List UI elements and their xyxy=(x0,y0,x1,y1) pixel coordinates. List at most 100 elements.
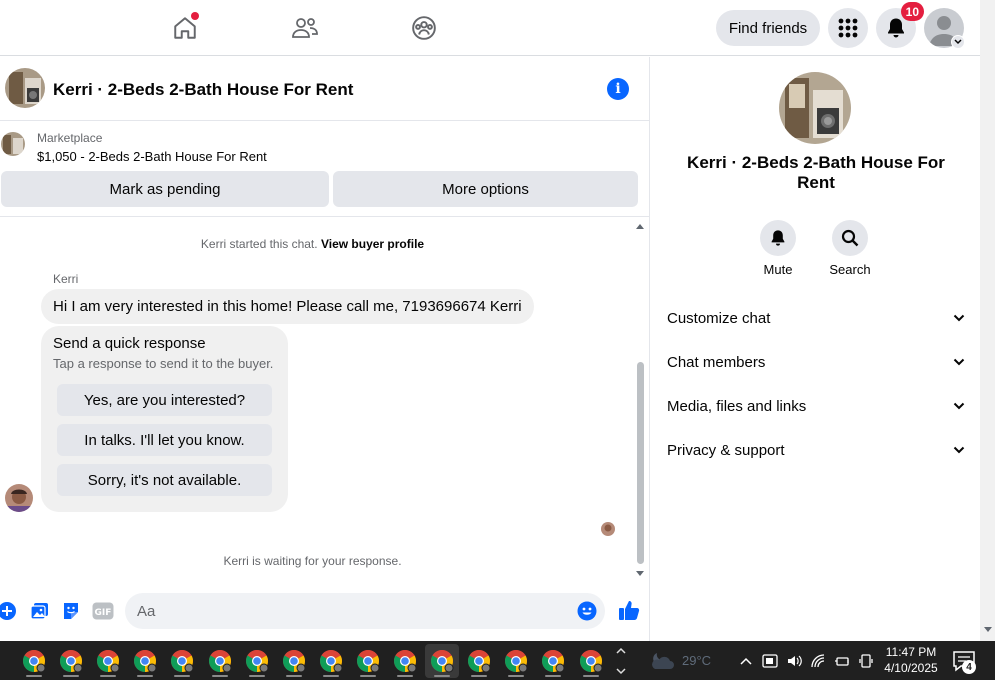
quick-response-in-talks-button[interactable]: In talks. I'll let you know. xyxy=(57,424,272,456)
message-input[interactable]: Aa xyxy=(125,593,605,629)
running-indicator xyxy=(100,675,117,677)
waiting-notice: Kerri is waiting for your response. xyxy=(223,554,402,568)
quick-response-title: Send a quick response xyxy=(53,335,206,352)
customize-chat-section[interactable]: Customize chat xyxy=(667,298,965,338)
find-friends-button[interactable]: Find friends xyxy=(716,10,820,46)
scroll-down-arrow-icon[interactable] xyxy=(636,571,644,576)
listing-thumbnail xyxy=(1,132,25,156)
home-icon[interactable] xyxy=(169,12,201,44)
clock-date: 4/10/2025 xyxy=(884,661,938,675)
chevron-down-icon xyxy=(953,358,965,366)
details-listing-avatar[interactable] xyxy=(779,72,851,144)
view-buyer-profile-link[interactable]: View buyer profile xyxy=(321,237,424,251)
notifications-button[interactable]: 10 xyxy=(876,2,924,48)
taskbar-chrome-window[interactable] xyxy=(54,644,88,678)
meet-now-icon[interactable] xyxy=(762,653,778,669)
groups-icon[interactable] xyxy=(408,12,440,44)
sticker-icon[interactable] xyxy=(60,600,82,622)
chat-scrollbar[interactable] xyxy=(633,219,648,579)
mute-label: Mute xyxy=(763,262,793,277)
running-indicator xyxy=(137,675,154,677)
wifi-icon[interactable] xyxy=(810,653,826,669)
running-indicator xyxy=(397,675,413,677)
chevron-up-icon[interactable] xyxy=(738,653,754,669)
menu-grid-button[interactable] xyxy=(828,8,868,48)
running-indicator xyxy=(63,675,80,677)
chat-header: Kerri · 2-Beds 2-Bath House For Rent i xyxy=(0,57,650,121)
marketplace-listing[interactable]: Marketplace $1,050 - 2-Beds 2-Bath House… xyxy=(0,122,650,172)
taskbar-chrome-window[interactable] xyxy=(536,644,570,678)
plus-icon[interactable] xyxy=(0,600,18,622)
taskbar-chrome-window[interactable] xyxy=(91,644,125,678)
taskbar-chrome-window[interactable] xyxy=(128,644,162,678)
taskbar-chrome-window[interactable] xyxy=(17,644,51,678)
privacy-support-section[interactable]: Privacy & support xyxy=(667,430,965,470)
search-action[interactable]: Search xyxy=(820,220,880,277)
gif-icon[interactable]: GIF xyxy=(92,600,114,622)
message-bubble[interactable]: Hi I am very interested in this home! Pl… xyxy=(41,289,534,324)
taskbar-chrome-window[interactable] xyxy=(165,644,199,678)
search-icon[interactable] xyxy=(832,220,868,256)
buyer-avatar[interactable] xyxy=(5,484,33,512)
notification-center-badge: 4 xyxy=(962,660,976,674)
page-scroll-down-arrow-icon[interactable] xyxy=(984,627,992,632)
running-indicator xyxy=(26,675,42,677)
running-indicator xyxy=(174,675,191,677)
scroll-up-arrow-icon[interactable] xyxy=(636,224,644,229)
menu-grid-icon xyxy=(838,18,858,38)
seen-receipt-avatar xyxy=(601,522,615,536)
chat-scrollbar-thumb[interactable] xyxy=(637,362,644,564)
system-clock[interactable]: 11:47 PM 4/10/2025 xyxy=(880,644,942,676)
taskbar-overflow-scroller[interactable] xyxy=(614,643,628,678)
chevron-down-icon xyxy=(953,314,965,322)
quick-response-subtitle: Tap a response to send it to the buyer. xyxy=(53,356,274,371)
taskbar-chrome-window[interactable] xyxy=(462,644,496,678)
more-options-button[interactable]: More options xyxy=(333,171,638,207)
windows-taskbar: 29°C 11:47 PM 4/10/2025 4 xyxy=(0,641,995,680)
marketplace-label: Marketplace xyxy=(37,131,103,145)
section-label: Privacy & support xyxy=(667,441,785,459)
chat-listing-avatar[interactable] xyxy=(5,68,45,108)
chat-members-section[interactable]: Chat members xyxy=(667,342,965,382)
battery-plug-icon[interactable] xyxy=(834,653,850,669)
chat-title[interactable]: Kerri · 2-Beds 2-Bath House For Rent xyxy=(53,80,353,100)
speaker-icon[interactable] xyxy=(786,653,802,669)
photo-icon[interactable] xyxy=(29,600,51,622)
taskbar-chrome-window[interactable] xyxy=(314,644,348,678)
taskbar-chrome-window[interactable] xyxy=(499,644,533,678)
message-composer: GIF Aa xyxy=(0,591,650,635)
weather-temperature: 29°C xyxy=(682,652,712,668)
running-indicator xyxy=(248,675,265,677)
media-files-links-section[interactable]: Media, files and links xyxy=(667,386,965,426)
mute-action[interactable]: Mute xyxy=(748,220,808,277)
quick-response-yes-button[interactable]: Yes, are you interested? xyxy=(57,384,272,416)
friends-icon[interactable] xyxy=(289,12,321,44)
gif-label: GIF xyxy=(95,608,112,618)
page-scrollbar[interactable] xyxy=(980,0,995,641)
taskbar-chrome-window[interactable] xyxy=(388,644,422,678)
taskbar-chrome-window[interactable] xyxy=(425,644,460,678)
quick-response-not-available-button[interactable]: Sorry, it's not available. xyxy=(57,464,272,496)
running-indicator xyxy=(359,675,376,677)
weather-widget[interactable]: 29°C xyxy=(648,649,711,671)
chat-panel: Kerri · 2-Beds 2-Bath House For Rent i M… xyxy=(0,57,650,641)
chat-started-notice: Kerri started this chat. View buyer prof… xyxy=(0,237,625,251)
device-icon[interactable] xyxy=(858,653,874,669)
quick-response-card: Send a quick response Tap a response to … xyxy=(41,326,288,512)
account-chevron-down-icon[interactable] xyxy=(951,35,965,49)
mark-as-pending-button[interactable]: Mark as pending xyxy=(1,171,329,207)
thumbs-up-icon[interactable] xyxy=(617,598,641,622)
chat-details-panel: Kerri · 2-Beds 2-Bath House For Rent Mut… xyxy=(651,57,980,641)
taskbar-chrome-window[interactable] xyxy=(277,644,311,678)
running-indicator xyxy=(582,675,599,677)
taskbar-chrome-window[interactable] xyxy=(574,644,608,678)
taskbar-chrome-window[interactable] xyxy=(240,644,274,678)
running-indicator xyxy=(508,675,525,677)
emoji-icon[interactable] xyxy=(577,601,597,621)
taskbar-chrome-window[interactable] xyxy=(351,644,385,678)
sender-name: Kerri xyxy=(53,272,79,286)
info-icon[interactable]: i xyxy=(607,78,629,100)
bell-icon[interactable] xyxy=(760,220,796,256)
clock-time: 11:47 PM xyxy=(885,645,937,659)
taskbar-chrome-window[interactable] xyxy=(203,644,237,678)
